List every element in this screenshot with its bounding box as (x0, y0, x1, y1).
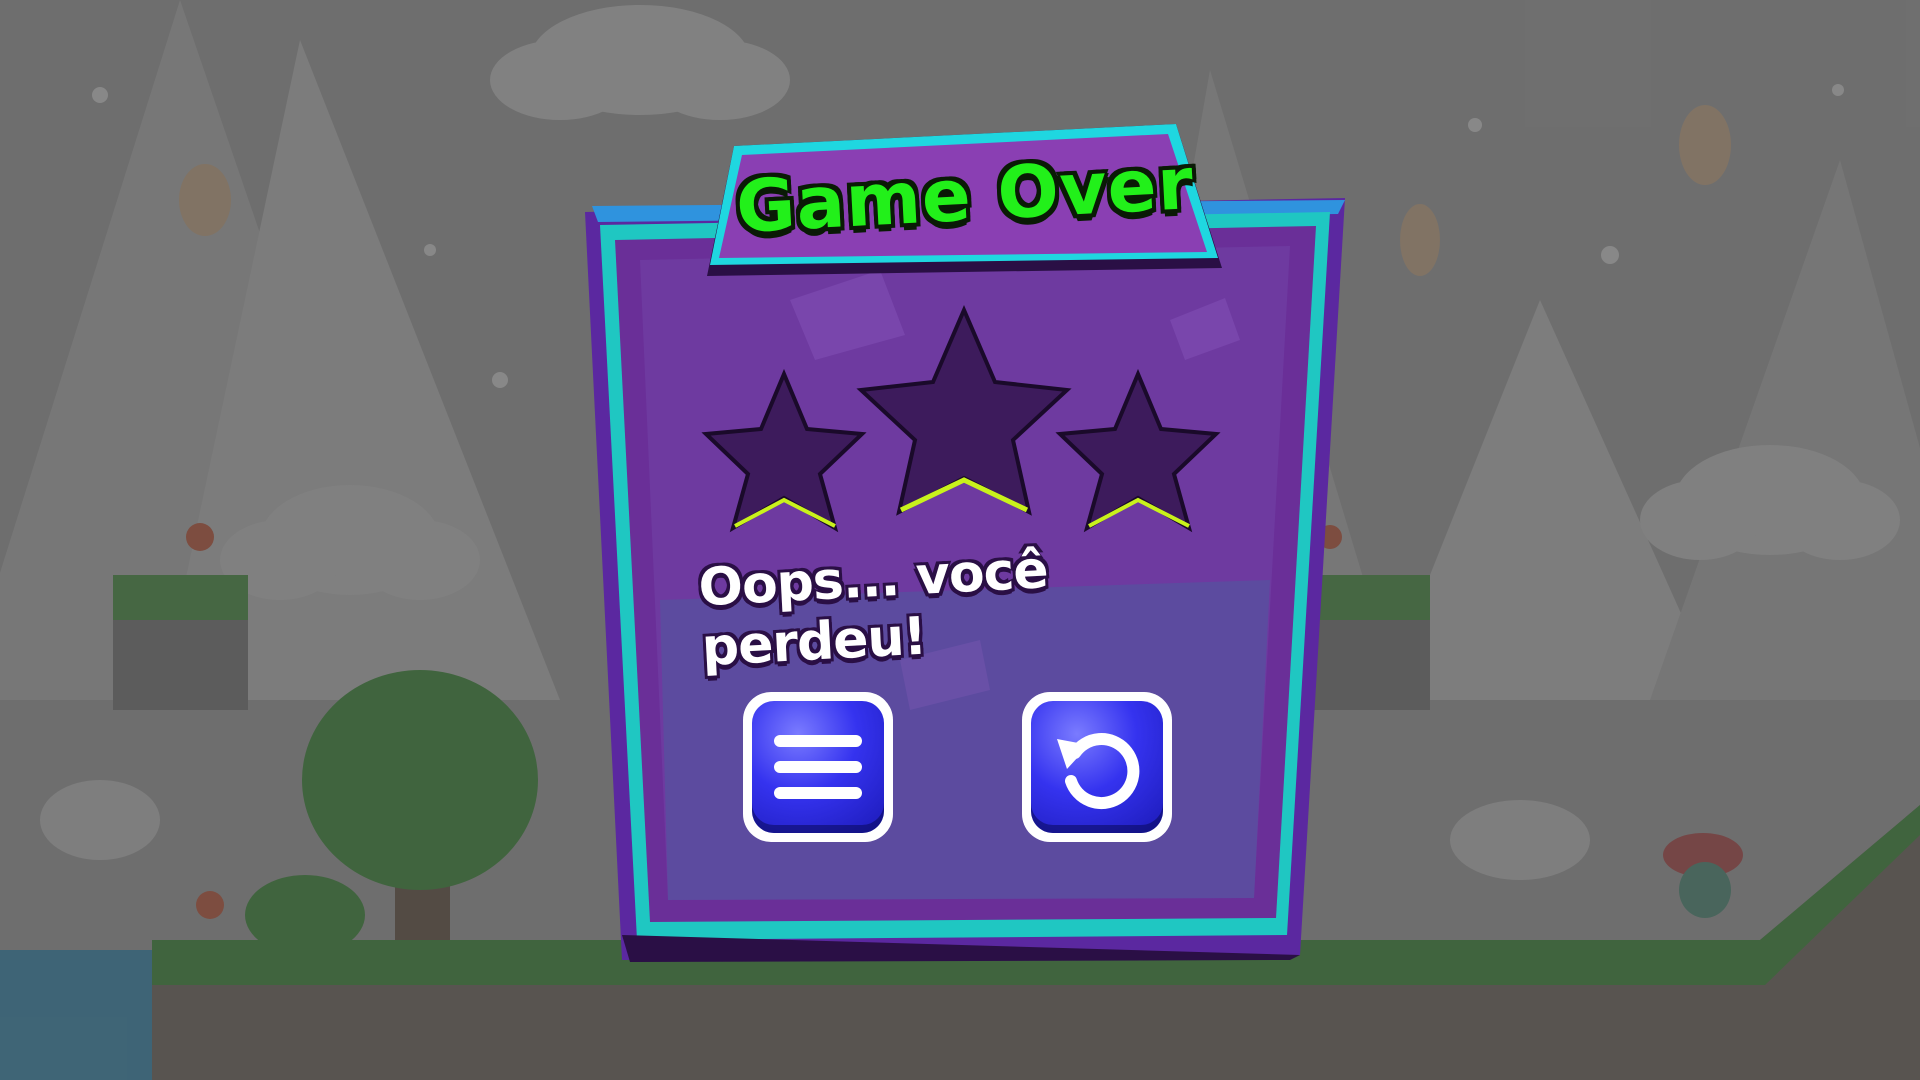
retry-icon (1057, 733, 1140, 810)
lose-message: Oops... você perdeu! (697, 540, 1050, 679)
menu-button[interactable] (743, 692, 893, 842)
retry-button[interactable] (1022, 692, 1172, 842)
menu-icon (774, 735, 862, 799)
